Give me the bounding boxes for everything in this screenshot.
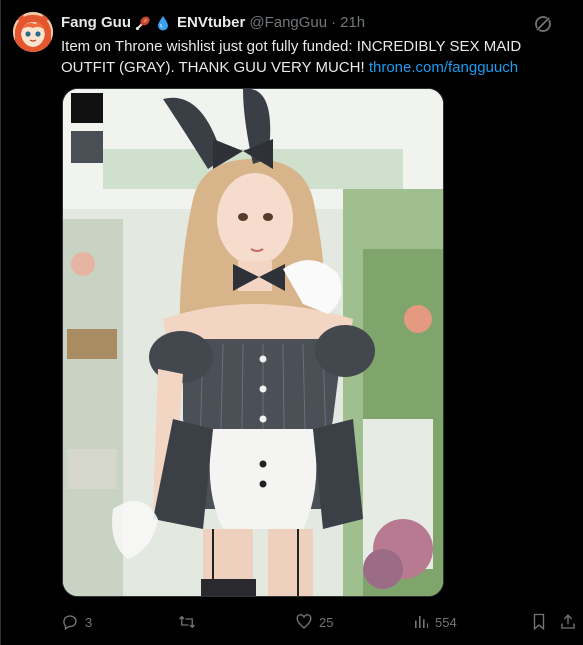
separator-dot: · bbox=[331, 14, 337, 31]
tweet-link[interactable]: throne.com/fangguuch bbox=[369, 59, 518, 76]
views-button[interactable]: 554 bbox=[413, 608, 457, 636]
reply-button[interactable]: 3 bbox=[61, 608, 92, 636]
share-button[interactable] bbox=[559, 608, 577, 636]
views-icon bbox=[415, 616, 428, 628]
share-icon bbox=[561, 614, 575, 629]
tweet-article[interactable]: Fang Guu ENVtuber @FangGuu · 21h Item on… bbox=[0, 0, 583, 645]
user-handle[interactable]: @FangGuu bbox=[249, 13, 327, 33]
avatar[interactable] bbox=[13, 12, 53, 52]
view-count: 554 bbox=[435, 614, 457, 630]
tweet-text: Item on Throne wishlist just got fully f… bbox=[61, 36, 566, 78]
retweet-button[interactable] bbox=[177, 608, 203, 636]
reply-icon bbox=[63, 615, 77, 630]
bookmark-button[interactable] bbox=[531, 608, 547, 636]
tweet-media-photo[interactable] bbox=[62, 88, 444, 597]
reply-count: 3 bbox=[85, 614, 93, 630]
droplet-icon bbox=[155, 15, 171, 31]
bookmark-icon bbox=[533, 613, 545, 631]
like-button[interactable]: 25 bbox=[295, 608, 333, 636]
tweet-actions: 3 25 554 bbox=[1, 608, 583, 636]
like-count: 25 bbox=[319, 614, 334, 630]
display-name[interactable]: Fang Guu bbox=[61, 13, 131, 33]
display-name-secondary[interactable]: ENVtuber bbox=[177, 13, 245, 33]
grok-icon bbox=[534, 15, 552, 33]
avatar-image bbox=[13, 12, 53, 52]
timestamp[interactable]: 21h bbox=[340, 13, 365, 33]
tweet-header: Fang Guu ENVtuber @FangGuu · 21h bbox=[61, 13, 365, 33]
color-swatch-black bbox=[71, 93, 103, 123]
retweet-icon bbox=[179, 615, 195, 629]
photo-image bbox=[63, 89, 443, 596]
heart-icon bbox=[296, 614, 312, 629]
meat-icon bbox=[135, 15, 151, 31]
grok-button[interactable] bbox=[529, 10, 557, 38]
